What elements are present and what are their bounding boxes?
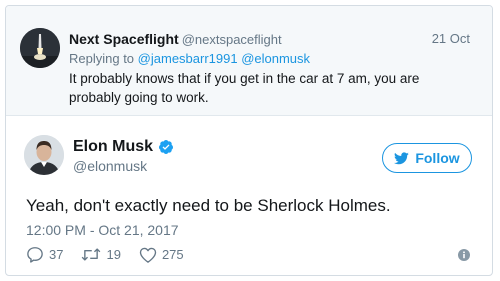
tweet-actions: 37 19 275 <box>26 246 202 263</box>
reply-count: 37 <box>49 247 64 262</box>
heart-icon <box>139 247 157 263</box>
info-icon[interactable] <box>458 249 470 261</box>
like-action[interactable]: 275 <box>139 247 184 263</box>
follow-label: Follow <box>415 150 460 166</box>
reply-action[interactable]: 37 <box>26 246 63 263</box>
replying-to-label: Replying to <box>69 51 135 66</box>
parent-avatar[interactable] <box>20 28 60 68</box>
embedded-tweet-card: Next Spaceflight @nextspaceflight 21 Oct … <box>5 5 493 276</box>
parent-tweet[interactable]: Next Spaceflight @nextspaceflight 21 Oct … <box>6 6 492 116</box>
parent-author[interactable]: Next Spaceflight @nextspaceflight <box>69 31 282 47</box>
follow-button[interactable]: Follow <box>382 143 472 173</box>
author-name[interactable]: Elon Musk <box>73 138 153 156</box>
profile-photo-image <box>24 135 64 175</box>
parent-author-name[interactable]: Next Spaceflight <box>69 31 179 47</box>
tweet-text: Yeah, don't exactly need to be Sherlock … <box>26 196 391 215</box>
rocket-launch-image <box>20 28 60 68</box>
replying-to-line: Replying to @jamesbarr1991 @elonmusk <box>69 51 310 66</box>
verified-badge-icon <box>159 140 174 154</box>
twitter-bird-icon <box>394 151 410 164</box>
parent-tweet-date[interactable]: 21 Oct <box>432 31 470 46</box>
retweet-icon <box>82 248 101 261</box>
replying-to-mentions[interactable]: @jamesbarr1991 @elonmusk <box>138 51 310 66</box>
retweet-action[interactable]: 19 <box>81 247 121 262</box>
author-handle[interactable]: @elonmusk <box>73 158 147 174</box>
retweet-count: 19 <box>106 247 121 262</box>
parent-author-handle[interactable]: @nextspaceflight <box>182 32 282 47</box>
like-count: 275 <box>161 247 184 262</box>
parent-tweet-text: It probably knows that if you get in the… <box>69 71 420 105</box>
tweet-timestamp[interactable]: 12:00 PM - Oct 21, 2017 <box>26 222 179 238</box>
author-avatar[interactable] <box>24 135 64 175</box>
reply-icon <box>27 247 43 263</box>
author-name-row: Elon Musk <box>73 138 174 156</box>
